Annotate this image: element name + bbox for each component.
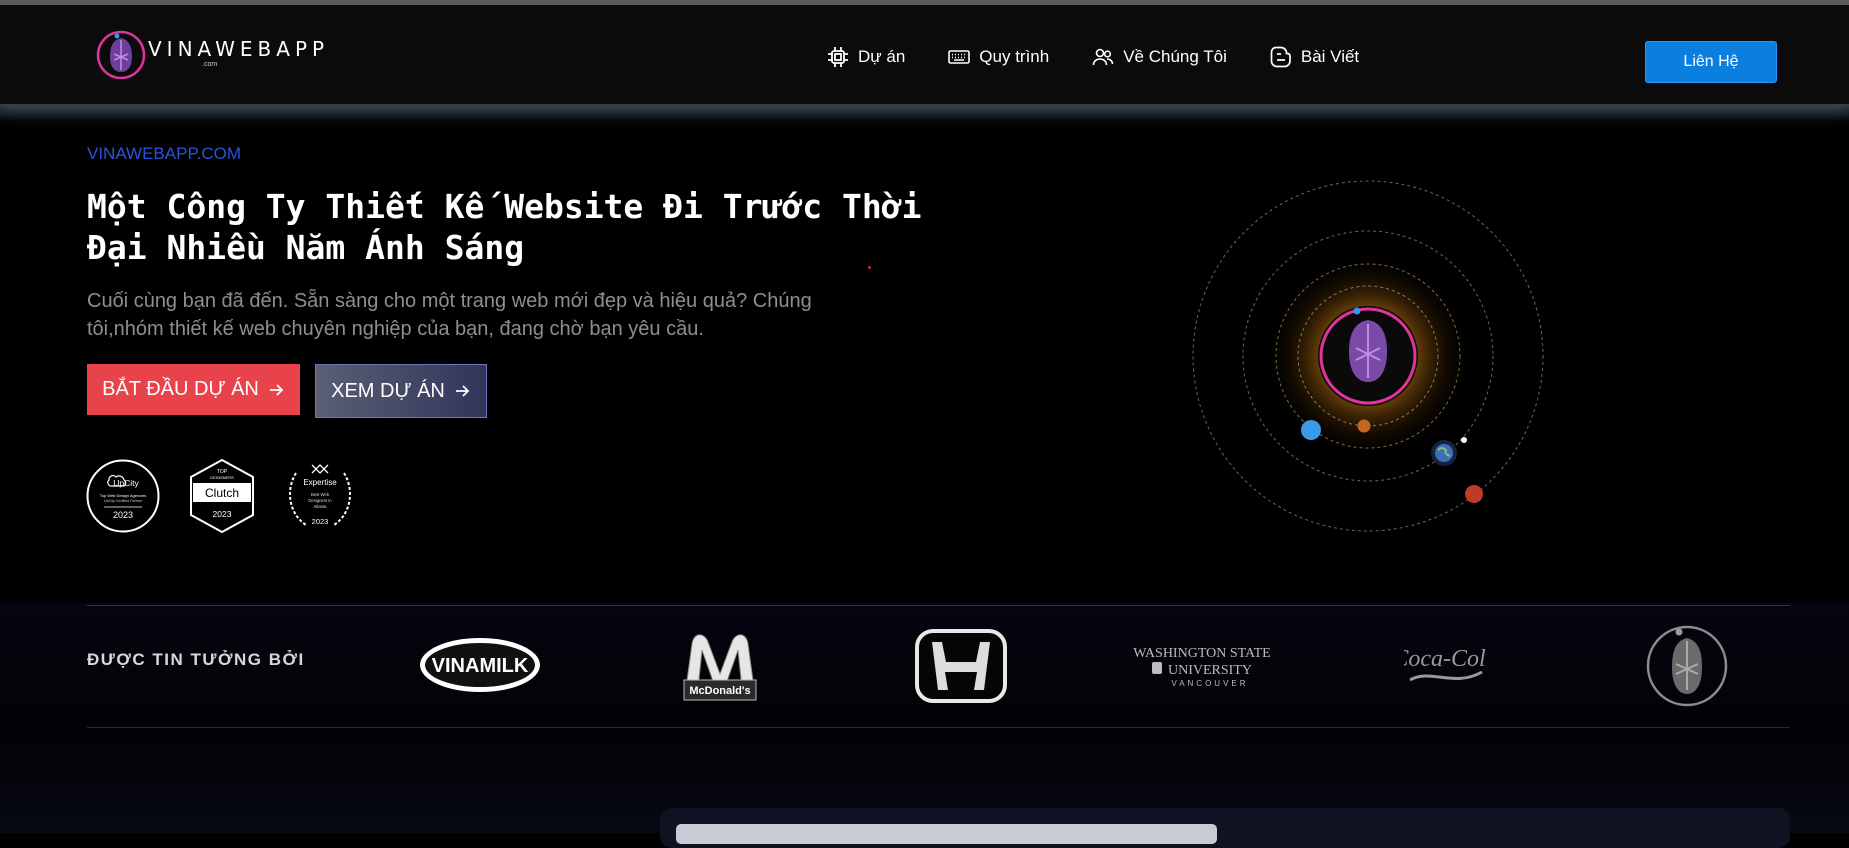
wsu-line-3: VANCOUVER [1171, 679, 1248, 688]
expertise-brand: Expertise [303, 478, 337, 487]
hero-title: Một Công Ty Thiết Kế Website Đi Trước Th… [87, 186, 987, 268]
clutch-year: 2023 [213, 509, 232, 519]
expertise-badge[interactable]: Expertise Best Web Designers in Atlanta … [282, 459, 358, 533]
red-planet [1465, 485, 1483, 503]
blue-planet [1301, 420, 1321, 440]
cocacola-logo: Coca-Cola [1404, 646, 1486, 682]
cocacola-text: Coca-Cola [1404, 646, 1486, 672]
start-project-button[interactable]: BẮT ĐẦU DỰ ÁN [87, 364, 300, 415]
clutch-brand: Clutch [205, 486, 239, 500]
divider [87, 605, 1790, 606]
logo-wordmark: VINAWEBAPP [148, 37, 330, 61]
arrow-right-icon [455, 385, 470, 397]
users-icon [1092, 48, 1114, 66]
orange-planet [1357, 419, 1371, 433]
upcity-year: 2023 [113, 510, 133, 520]
wsu-line-1: WASHINGTON STATE [1133, 646, 1270, 661]
upcity-badge[interactable]: UpCity Top Web Design Agencies UpCity Ce… [86, 459, 160, 533]
site-header: VINAWEBAPP .com Dự án Quy trình Về Chúng… [0, 5, 1849, 105]
view-projects-label: XEM DỰ ÁN [331, 379, 445, 402]
view-projects-button[interactable]: XEM DỰ ÁN [315, 364, 487, 418]
mcdonalds-text: McDonald's [689, 685, 750, 697]
nav-label: Dự án [858, 47, 906, 66]
upcity-brand: UpCity [113, 478, 139, 488]
mouse-logo-icon [96, 30, 146, 80]
mouse-logo-icon [1349, 320, 1387, 382]
nav-item-projects[interactable]: Dự án [826, 45, 905, 69]
hero-description: Cuối cùng bạn đã đến. Sẵn sàng cho một t… [87, 290, 812, 340]
upcity-line-2: UpCity Certified Partner [104, 499, 143, 503]
trusted-label: ĐƯỢC TIN TƯỞNG BỞI [87, 650, 305, 669]
expertise-line-3: Atlanta [313, 504, 327, 509]
clutch-badge[interactable]: TOP DESIGNERS Clutch 2023 [189, 459, 255, 533]
expertise-year: 2023 [312, 517, 329, 526]
site-logo[interactable]: VINAWEBAPP .com [96, 27, 329, 83]
vinawebapp-client-logo [1646, 625, 1728, 707]
nav-item-process[interactable]: Quy trình [947, 45, 1049, 69]
keyboard-icon [948, 50, 971, 64]
honda-logo [915, 629, 1007, 703]
contact-button[interactable]: Liên Hệ [1645, 41, 1777, 83]
wsu-vancouver-logo: WASHINGTON STATE UNIVERSITY VANCOUVER [1133, 646, 1270, 688]
mcdonalds-logo: McDonald's [683, 634, 757, 701]
decorative-dot [868, 266, 871, 269]
nav-label: Về Chúng Tôi [1123, 47, 1227, 66]
vinamilk-logo: VINAMILK [420, 638, 540, 692]
nav-label: Quy trình [979, 47, 1050, 66]
arrow-right-icon [269, 383, 284, 396]
hero-title-line-2: Đại Nhiều Năm Ánh Sáng [87, 228, 525, 267]
preview-card-bar [676, 824, 1217, 844]
nav-item-about[interactable]: Về Chúng Tôi [1091, 45, 1227, 69]
clutch-sub: DESIGNERS [210, 475, 234, 480]
logo-suffix: .com [202, 61, 218, 68]
blog-icon [1270, 46, 1291, 68]
hero-title-line-1: Một Công Ty Thiết Kế Website Đi Trước Th… [87, 187, 922, 226]
wsu-line-2: UNIVERSITY [1168, 663, 1252, 678]
vinamilk-text: VINAMILK [432, 655, 529, 677]
expertise-line-2: Designers in [308, 498, 332, 503]
header-glow [0, 104, 1849, 122]
start-project-label: BẮT ĐẦU DỰ ÁN [102, 378, 259, 400]
expertise-line-1: Best Web [311, 492, 330, 497]
main-nav: Dự án Quy trình Về Chúng Tôi Bài Viết [826, 45, 1401, 69]
nav-item-blog[interactable]: Bài Viết [1269, 45, 1359, 69]
nav-label: Bài Viết [1300, 47, 1360, 66]
chip-icon [828, 47, 848, 67]
orbit-illustration [1192, 180, 1544, 532]
expertise-icon [311, 464, 329, 474]
upcity-line-1: Top Web Design Agencies [100, 493, 147, 498]
hero-eyebrow[interactable]: VINAWEBAPP.COM [87, 144, 241, 164]
